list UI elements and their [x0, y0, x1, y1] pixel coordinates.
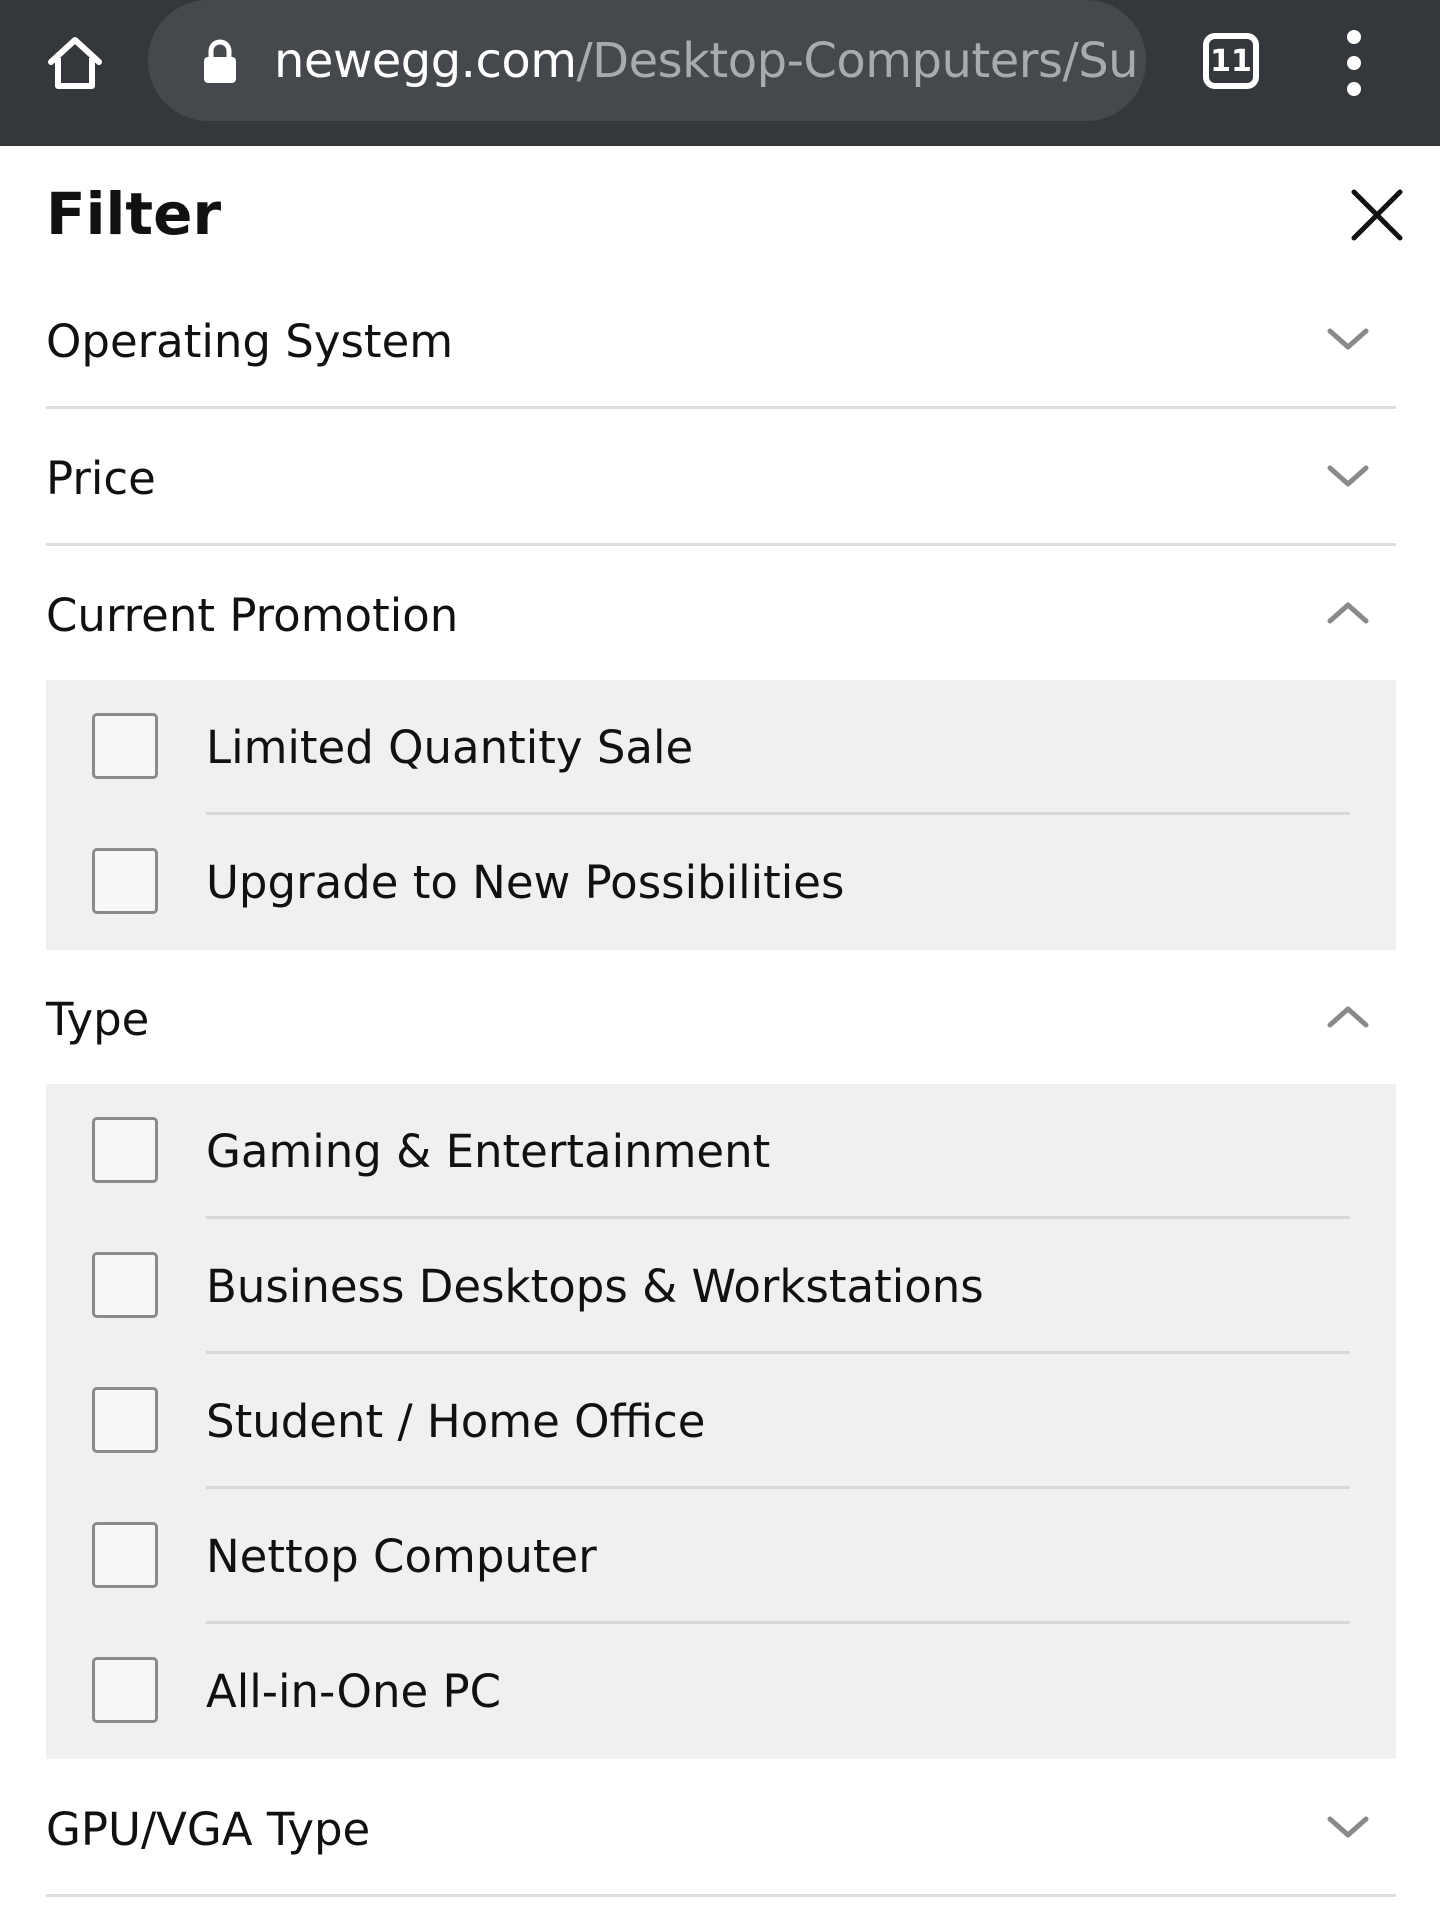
chevron-down-icon [1324, 1803, 1372, 1851]
section-header-operating-system[interactable]: Operating System [46, 272, 1396, 406]
browser-toolbar: newegg.com/Desktop-Computers/Su 11 [0, 0, 1440, 146]
filter-section-price: Price [46, 409, 1396, 546]
home-icon[interactable] [40, 28, 110, 98]
option-label: All-in-One PC [206, 1665, 502, 1718]
filter-title: Filter [46, 180, 222, 248]
checkbox[interactable] [92, 713, 158, 779]
section-header-gpu-vga-type[interactable]: GPU/VGA Type [46, 1760, 1396, 1894]
option-label: Student / Home Office [206, 1395, 706, 1448]
section-label: Price [46, 451, 156, 505]
section-header-price[interactable]: Price [46, 409, 1396, 543]
checkbox[interactable] [92, 848, 158, 914]
chevron-up-icon [1324, 589, 1372, 637]
list-item[interactable]: Gaming & Entertainment [46, 1084, 1396, 1219]
chevron-down-icon [1324, 452, 1372, 500]
option-label: Gaming & Entertainment [206, 1125, 771, 1178]
list-item[interactable]: Upgrade to New Possibilities [46, 815, 1396, 950]
checkbox[interactable] [92, 1522, 158, 1588]
section-label: GPU/VGA Type [46, 1802, 371, 1856]
section-label: Type [46, 992, 150, 1046]
chevron-up-icon [1324, 993, 1372, 1041]
section-label: Current Promotion [46, 588, 459, 642]
list-item[interactable]: Nettop Computer [46, 1489, 1396, 1624]
list-item[interactable]: Student / Home Office [46, 1354, 1396, 1489]
checkbox[interactable] [92, 1657, 158, 1723]
overflow-menu-icon[interactable] [1332, 30, 1376, 96]
option-label: Limited Quantity Sale [206, 721, 694, 774]
filter-section-operating-system: Operating System [46, 272, 1396, 409]
url-domain: newegg.com [274, 32, 577, 89]
filter-section-gpu-vga-type: GPU/VGA Type [46, 1760, 1396, 1897]
filter-section-current-promotion: Current Promotion Limited Quantity Sale … [46, 546, 1396, 950]
list-item[interactable]: Limited Quantity Sale [46, 680, 1396, 815]
option-label: Business Desktops & Workstations [206, 1260, 984, 1313]
list-item[interactable]: Business Desktops & Workstations [46, 1219, 1396, 1354]
divider [46, 1894, 1396, 1897]
checkbox[interactable] [92, 1252, 158, 1318]
section-label: Operating System [46, 314, 454, 368]
filter-section-type: Type Gaming & Entertainment Business Des… [46, 950, 1396, 1759]
tab-switcher-button[interactable]: 11 [1203, 33, 1259, 89]
options-list-current-promotion: Limited Quantity Sale Upgrade to New Pos… [46, 680, 1396, 950]
option-label: Nettop Computer [206, 1530, 597, 1583]
section-header-current-promotion[interactable]: Current Promotion [46, 546, 1396, 680]
chevron-down-icon [1324, 315, 1372, 363]
url-path: /Desktop-Computers/Su [576, 32, 1139, 89]
url-text: newegg.com/Desktop-Computers/Su [274, 33, 1138, 89]
checkbox[interactable] [92, 1117, 158, 1183]
list-item[interactable]: All-in-One PC [46, 1624, 1396, 1759]
options-list-type: Gaming & Entertainment Business Desktops… [46, 1084, 1396, 1759]
lock-icon [200, 36, 240, 86]
section-header-type[interactable]: Type [46, 950, 1396, 1084]
option-label: Upgrade to New Possibilities [206, 856, 845, 909]
close-icon[interactable] [1348, 186, 1406, 244]
checkbox[interactable] [92, 1387, 158, 1453]
address-bar[interactable]: newegg.com/Desktop-Computers/Su [148, 0, 1146, 121]
